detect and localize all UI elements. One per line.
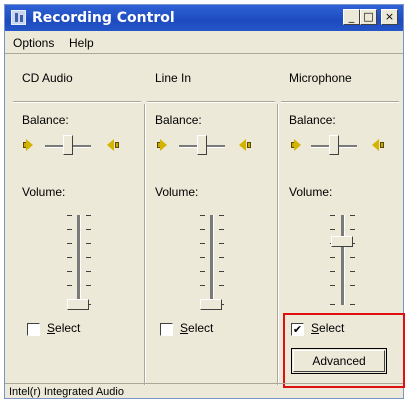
speaker-right-icon xyxy=(371,138,387,152)
menu-bar: Options Help xyxy=(5,33,403,53)
header-divider xyxy=(147,101,275,103)
window-title: Recording Control xyxy=(32,10,175,26)
volume-ticks xyxy=(200,215,205,305)
select-label-rest: elect xyxy=(188,321,214,335)
volume-slider[interactable] xyxy=(331,236,353,247)
menu-help[interactable]: Help xyxy=(69,36,94,50)
status-bar: Intel(r) Integrated Audio xyxy=(5,383,403,399)
header-divider xyxy=(281,101,399,103)
select-checkbox[interactable] xyxy=(27,323,40,336)
column-title-microphone: Microphone xyxy=(289,71,352,85)
header-divider xyxy=(13,101,141,103)
volume-label: Volume: xyxy=(289,185,333,199)
menu-divider xyxy=(5,53,403,54)
column-title-cd-audio: CD Audio xyxy=(22,71,73,85)
maximize-button[interactable]: □ xyxy=(360,9,377,25)
select-label[interactable]: Select xyxy=(47,321,80,335)
balance-label: Balance: xyxy=(289,113,336,127)
balance-slider[interactable] xyxy=(329,135,339,155)
balance-slider[interactable] xyxy=(197,135,207,155)
volume-ticks xyxy=(86,215,91,305)
select-label-rest: elect xyxy=(55,321,81,335)
volume-ticks xyxy=(330,215,335,305)
select-checkbox[interactable] xyxy=(160,323,173,336)
balance-slider[interactable] xyxy=(63,135,73,155)
status-text: Intel(r) Integrated Audio xyxy=(9,386,124,398)
column-divider xyxy=(144,104,146,385)
volume-label: Volume: xyxy=(155,185,199,199)
balance-label: Balance: xyxy=(22,113,69,127)
volume-ticks xyxy=(350,215,355,305)
mixer-app-icon xyxy=(11,10,26,25)
column-divider xyxy=(277,104,279,385)
volume-label: Volume: xyxy=(22,185,66,199)
volume-slider[interactable] xyxy=(200,299,222,310)
balance-label: Balance: xyxy=(155,113,202,127)
volume-track xyxy=(77,215,81,305)
speaker-right-icon xyxy=(106,138,122,152)
column-title-line-in: Line In xyxy=(155,71,192,85)
highlight-box xyxy=(283,313,405,388)
volume-track xyxy=(341,215,345,305)
volume-ticks xyxy=(67,215,72,305)
menu-options[interactable]: Options xyxy=(13,36,54,50)
volume-track xyxy=(210,215,214,305)
speaker-left-icon xyxy=(19,138,35,152)
speaker-left-icon xyxy=(287,138,303,152)
volume-slider[interactable] xyxy=(67,299,89,310)
title-bar[interactable]: Recording Control _ □ × xyxy=(5,5,403,31)
speaker-right-icon xyxy=(238,138,254,152)
close-button[interactable]: × xyxy=(381,9,398,25)
minimize-button[interactable]: _ xyxy=(343,9,360,25)
volume-ticks xyxy=(219,215,224,305)
select-label[interactable]: Select xyxy=(180,321,213,335)
speaker-left-icon xyxy=(153,138,169,152)
recording-control-window: Recording Control _ □ × Options Help CD … xyxy=(4,4,405,399)
